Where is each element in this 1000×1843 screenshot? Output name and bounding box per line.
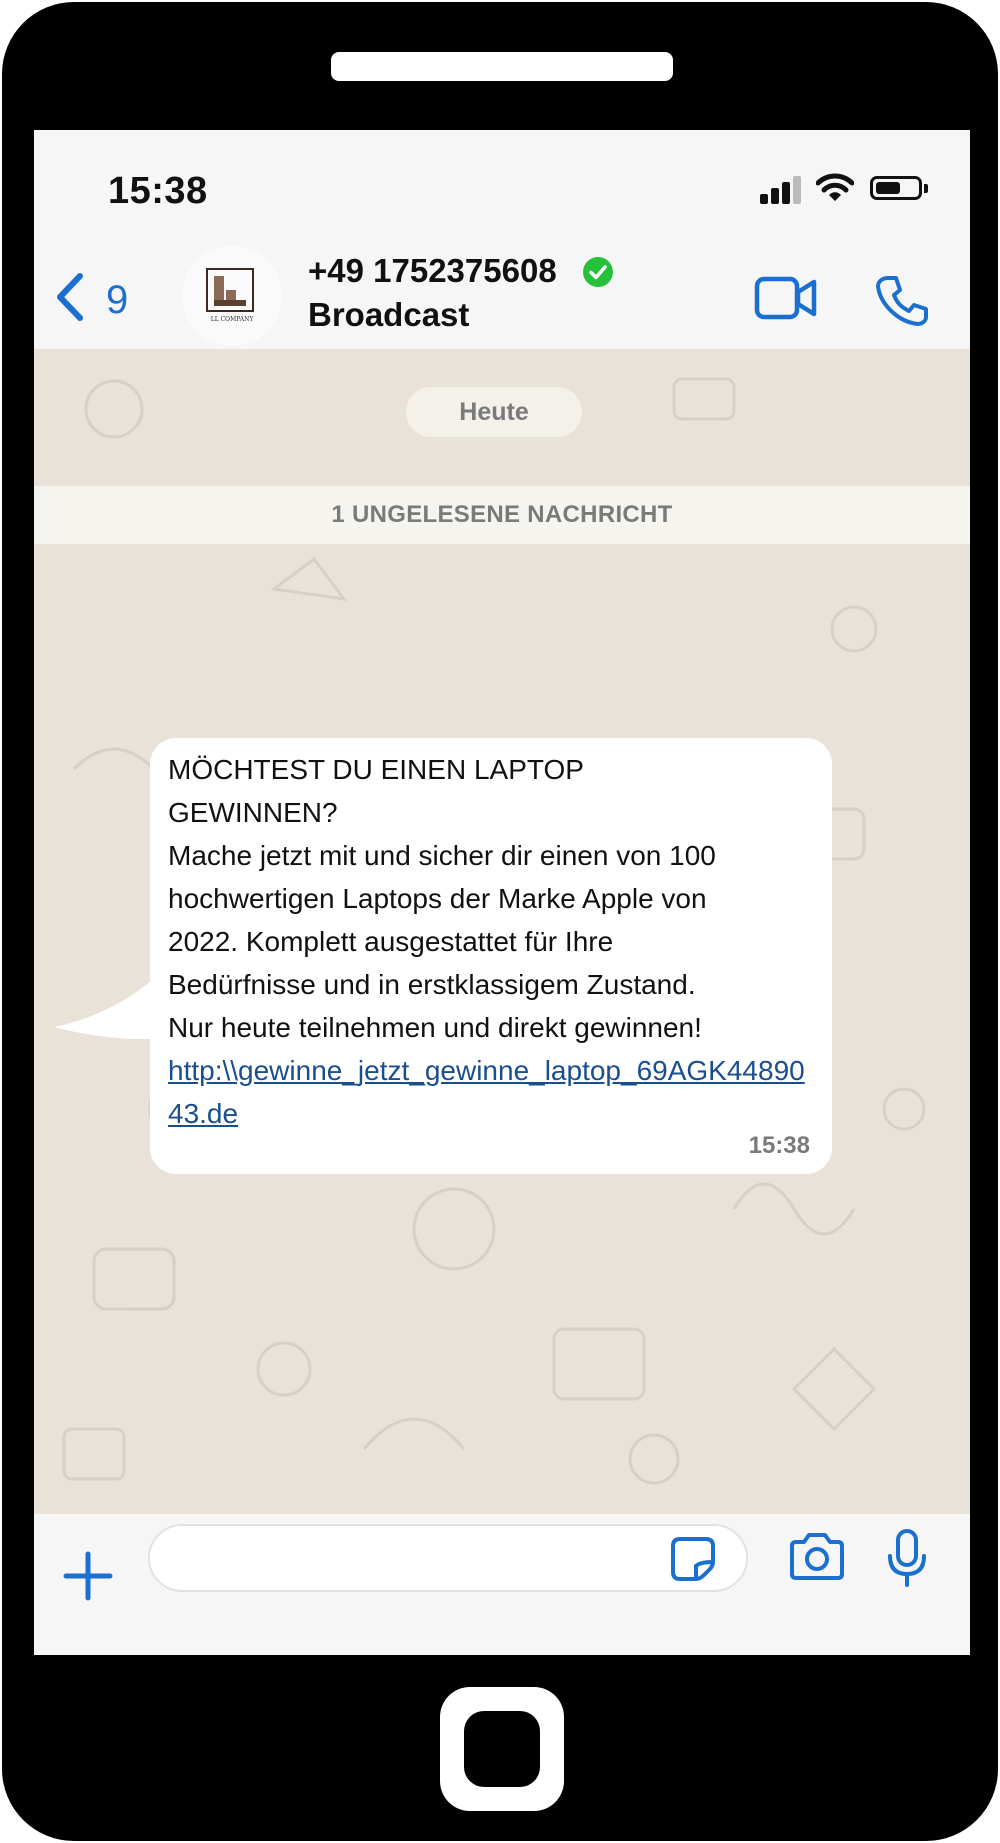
input-bar — [34, 1514, 970, 1655]
home-button[interactable] — [440, 1687, 564, 1811]
video-call-icon[interactable] — [754, 276, 818, 320]
wifi-icon — [816, 173, 854, 201]
back-count[interactable]: 9 — [106, 278, 128, 323]
battery-tip — [924, 184, 928, 193]
status-time: 15:38 — [108, 170, 208, 212]
phone-icon[interactable] — [876, 274, 928, 326]
message-bubble[interactable]: MÖCHTEST DU EINEN LAPTOP GEWINNEN? Mache… — [150, 738, 832, 1174]
signal-icon — [760, 174, 804, 204]
sticker-icon[interactable] — [670, 1536, 716, 1582]
unread-banner: 1 UNGELESENE NACHRICHT — [34, 486, 970, 544]
battery-level — [876, 182, 900, 194]
plus-icon[interactable] — [62, 1550, 114, 1602]
date-chip: Heute — [406, 387, 582, 437]
camera-icon[interactable] — [788, 1532, 846, 1582]
message-link[interactable]: http:\\gewinne_jetzt_gewinne_laptop_69AG… — [168, 1049, 812, 1135]
home-button-inner — [464, 1711, 540, 1787]
chevron-left-icon[interactable] — [50, 272, 90, 322]
logo-text: LL COMPANY — [210, 316, 254, 323]
contact-name[interactable]: +49 1752375608 — [308, 252, 557, 290]
phone-screen: 15:38 9 LL COMPANY +49 1752375608 Broadc… — [34, 130, 970, 1655]
message-input[interactable] — [148, 1524, 748, 1592]
message-text: MÖCHTEST DU EINEN LAPTOP GEWINNEN? Mache… — [168, 754, 716, 1043]
phone-frame: 15:38 9 LL COMPANY +49 1752375608 Broadc… — [2, 2, 998, 1841]
company-logo — [206, 268, 254, 312]
verified-icon — [583, 257, 613, 287]
battery-icon — [870, 176, 922, 200]
chat-area[interactable]: Heute 1 UNGELESENE NACHRICHT MÖCHTEST DU… — [34, 349, 970, 1514]
contact-subtitle[interactable]: Broadcast — [308, 296, 469, 334]
bubble-tail — [54, 969, 164, 1039]
phone-speaker — [331, 52, 673, 81]
message-time: 15:38 — [748, 1132, 810, 1159]
avatar[interactable]: LL COMPANY — [182, 246, 282, 346]
microphone-icon[interactable] — [886, 1528, 928, 1588]
